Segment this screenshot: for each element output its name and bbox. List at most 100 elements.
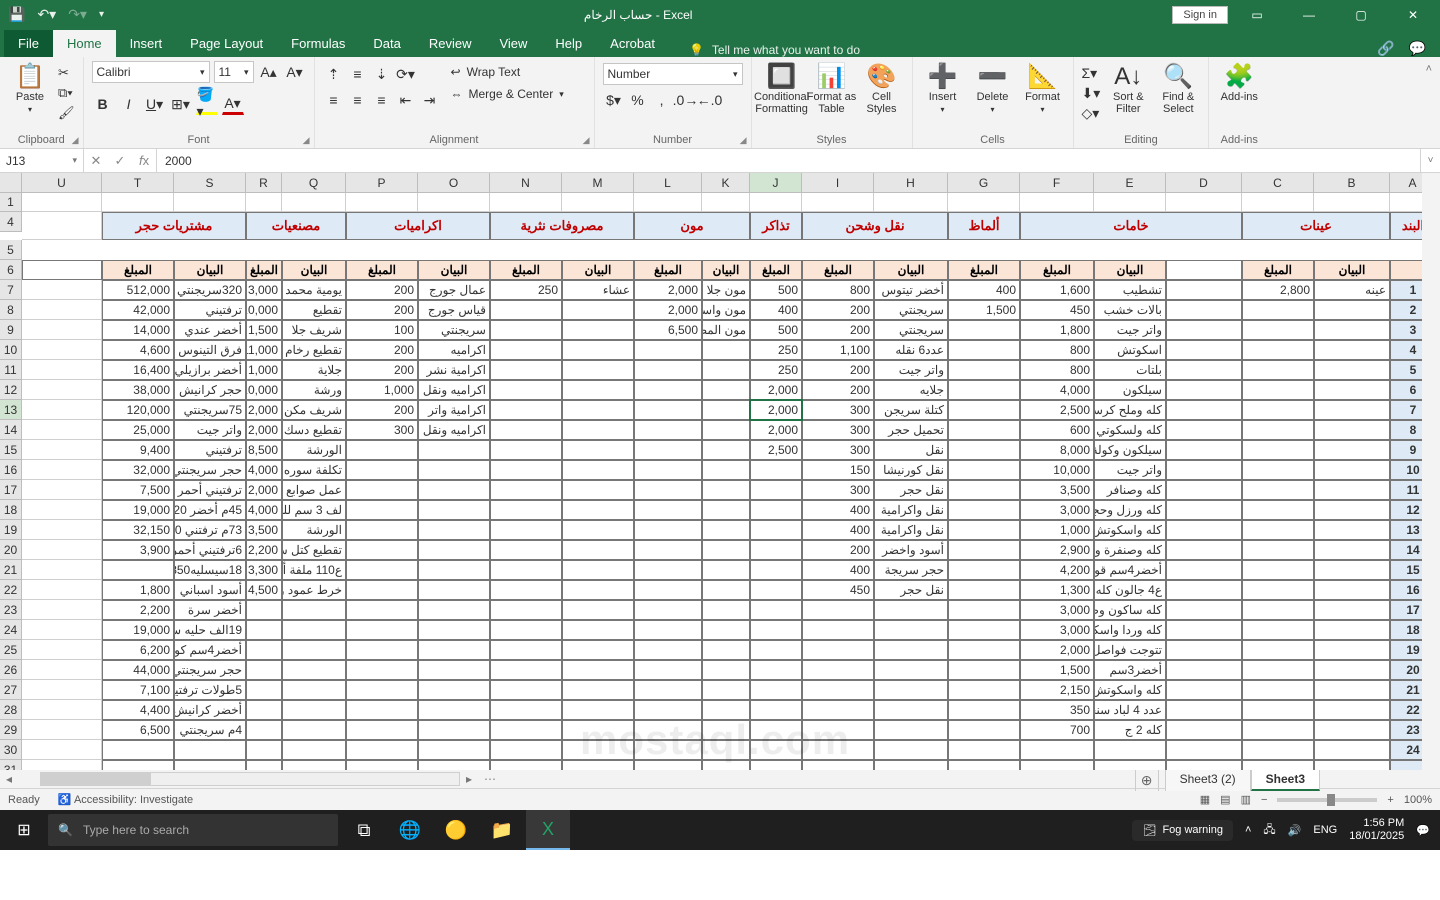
cell[interactable]: ترفتيني	[174, 440, 246, 460]
cell[interactable]	[634, 500, 702, 520]
cell[interactable]	[1314, 400, 1390, 420]
cell[interactable]	[490, 480, 562, 500]
cell[interactable]: 6,500	[634, 320, 702, 340]
cell[interactable]: 200	[346, 400, 418, 420]
cell[interactable]	[562, 640, 634, 660]
tab-help[interactable]: Help	[541, 30, 596, 57]
cell[interactable]: تحميل حجر	[874, 420, 948, 440]
cell[interactable]: شريف مكن	[282, 400, 346, 420]
col-header[interactable]: G	[948, 173, 1020, 193]
zoom-slider[interactable]	[1277, 798, 1377, 802]
col-header[interactable]: D	[1166, 173, 1242, 193]
cell[interactable]	[948, 540, 1020, 560]
cell[interactable]	[22, 300, 102, 320]
cell[interactable]: 4,000	[246, 500, 282, 520]
cell[interactable]	[562, 480, 634, 500]
cell[interactable]: 7,100	[102, 680, 174, 700]
cell[interactable]	[346, 660, 418, 680]
cell[interactable]	[562, 300, 634, 320]
cell[interactable]	[246, 720, 282, 740]
cell[interactable]: 1,000	[246, 360, 282, 380]
row-header[interactable]: 30	[0, 740, 22, 760]
cell[interactable]: تقطيع رخام	[282, 340, 346, 360]
cell[interactable]: سيلكون وكولة	[1094, 440, 1166, 460]
cell[interactable]	[634, 620, 702, 640]
cell[interactable]	[750, 640, 802, 660]
cell[interactable]: 800	[1020, 340, 1094, 360]
cell[interactable]	[562, 680, 634, 700]
clock[interactable]: 1:56 PM 18/01/2025	[1349, 817, 1404, 843]
cell[interactable]: 4,500	[246, 580, 282, 600]
tab-insert[interactable]: Insert	[116, 30, 177, 57]
cell[interactable]	[1314, 380, 1390, 400]
row-header[interactable]: 18	[0, 500, 22, 520]
cell[interactable]	[246, 620, 282, 640]
language-indicator[interactable]: ENG	[1313, 824, 1337, 836]
cell[interactable]	[1314, 360, 1390, 380]
cell[interactable]: 45م أخضر 420	[174, 500, 246, 520]
cell[interactable]: ترفتيني	[174, 300, 246, 320]
cell[interactable]: كتلة سريجن	[874, 400, 948, 420]
cell[interactable]	[1314, 760, 1390, 770]
cell[interactable]	[948, 420, 1020, 440]
cell[interactable]	[750, 760, 802, 770]
col-header[interactable]: S	[174, 173, 246, 193]
cell[interactable]: تقطيع	[282, 300, 346, 320]
cell[interactable]: 14,000	[102, 320, 174, 340]
col-header[interactable]: K	[702, 173, 750, 193]
volume-icon[interactable]: 🔊	[1288, 824, 1302, 837]
cell[interactable]	[634, 580, 702, 600]
cell[interactable]: 3,500	[246, 520, 282, 540]
cell[interactable]	[1166, 660, 1242, 680]
tab-acrobat[interactable]: Acrobat	[596, 30, 669, 57]
cell[interactable]: شريف جلا	[282, 320, 346, 340]
cell[interactable]	[1314, 700, 1390, 720]
col-header[interactable]: E	[1094, 173, 1166, 193]
col-header[interactable]: Q	[282, 173, 346, 193]
cell[interactable]	[174, 740, 246, 760]
cell[interactable]	[418, 720, 490, 740]
cell[interactable]	[346, 760, 418, 770]
cell[interactable]	[634, 700, 702, 720]
cell[interactable]	[22, 520, 102, 540]
cell[interactable]	[1094, 193, 1166, 212]
italic-button[interactable]: I	[118, 93, 140, 115]
cell[interactable]	[102, 740, 174, 760]
cell[interactable]: 3,000	[1020, 620, 1094, 640]
cell[interactable]	[874, 680, 948, 700]
cell[interactable]: حجر سريجنتي	[174, 460, 246, 480]
cell[interactable]	[1166, 460, 1242, 480]
cell[interactable]: كله ورزل وحجرة	[1094, 500, 1166, 520]
cell[interactable]: نقل حجر	[874, 580, 948, 600]
cell[interactable]	[22, 560, 102, 580]
row-header[interactable]: 16	[0, 460, 22, 480]
cell[interactable]	[1166, 760, 1242, 770]
cell[interactable]: أسود واخضر	[874, 540, 948, 560]
cell[interactable]: نقل واكرامية	[874, 520, 948, 540]
cell[interactable]	[634, 460, 702, 480]
cell[interactable]	[948, 660, 1020, 680]
cell[interactable]	[1314, 440, 1390, 460]
cell[interactable]	[282, 760, 346, 770]
cell[interactable]	[1166, 560, 1242, 580]
cell[interactable]	[634, 640, 702, 660]
tell-me[interactable]: 💡 Tell me what you want to do	[689, 43, 860, 57]
cell[interactable]: كله واسكوتش وقوا	[1094, 680, 1166, 700]
cell[interactable]	[102, 760, 174, 770]
cell[interactable]: 300	[346, 420, 418, 440]
cell[interactable]: 2,900	[1020, 540, 1094, 560]
cell[interactable]	[490, 720, 562, 740]
cell[interactable]	[1314, 560, 1390, 580]
cell[interactable]: 500	[750, 280, 802, 300]
cell[interactable]: 250	[490, 280, 562, 300]
cell[interactable]: كله وردا واسكوتش	[1094, 620, 1166, 640]
cell[interactable]	[750, 660, 802, 680]
cell[interactable]	[948, 440, 1020, 460]
row-header[interactable]: 27	[0, 680, 22, 700]
cell[interactable]: 512,000	[102, 280, 174, 300]
cell[interactable]	[22, 280, 102, 300]
excel-icon[interactable]: X	[526, 810, 570, 850]
cell[interactable]: 200	[346, 360, 418, 380]
cell[interactable]: 4,000	[1020, 380, 1094, 400]
cell[interactable]: 25,000	[102, 420, 174, 440]
